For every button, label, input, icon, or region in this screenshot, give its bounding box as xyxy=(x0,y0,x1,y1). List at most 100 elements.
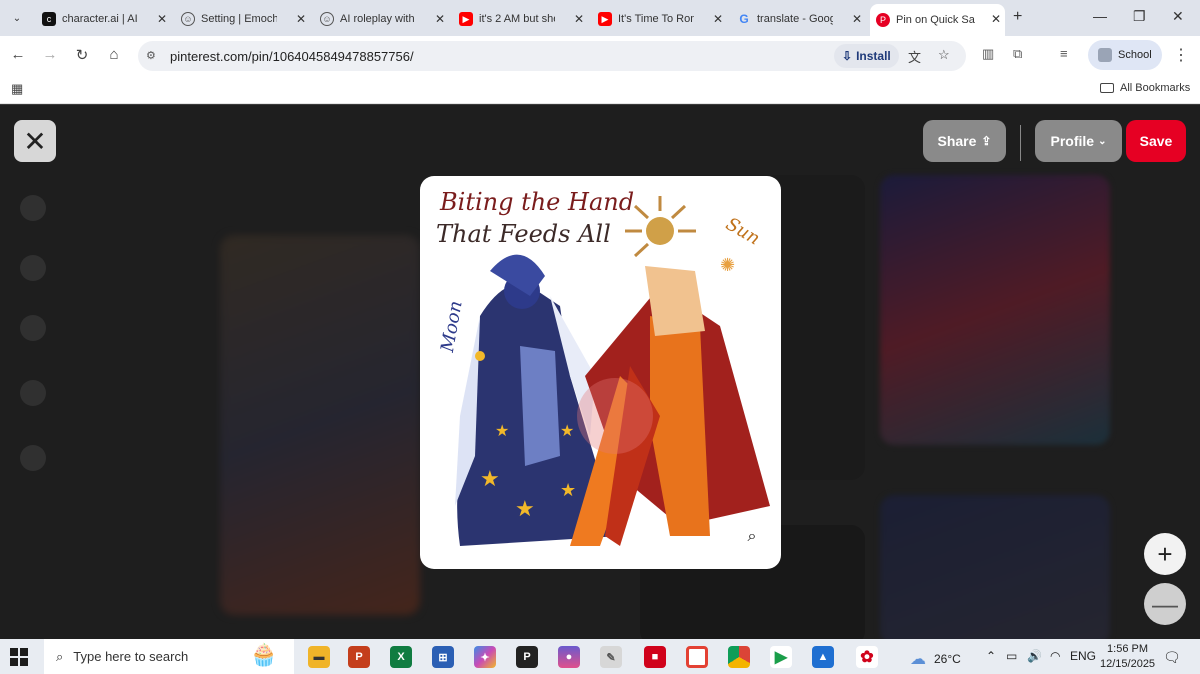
battery-icon[interactable]: ▭ xyxy=(1006,649,1017,663)
profile-chip[interactable]: School xyxy=(1088,40,1162,70)
tab-emochi-roleplay[interactable]: ☺ AI roleplay with ✕ xyxy=(314,6,449,32)
artwork-title-line2: That Feeds All xyxy=(436,220,611,248)
paint-icon[interactable]: ✎ xyxy=(600,646,622,668)
reload-icon[interactable]: ↻ xyxy=(72,46,92,64)
translate-icon[interactable]: 文 xyxy=(908,47,921,66)
tab-pinterest[interactable]: P Pin on Quick Sa ✕ xyxy=(870,4,1005,36)
minimize-icon[interactable]: — xyxy=(1093,8,1107,24)
youtube-icon: ▶ xyxy=(459,12,473,26)
tab-youtube-2am[interactable]: ▶ it's 2 AM but she ✕ xyxy=(453,6,588,32)
close-icon[interactable]: ✕ xyxy=(991,12,1001,26)
svg-text:★: ★ xyxy=(480,466,500,491)
svg-text:★: ★ xyxy=(560,423,574,440)
home-icon[interactable]: ⌂ xyxy=(104,46,124,63)
back-icon[interactable]: ← xyxy=(8,46,28,63)
browser-toolbar: ← → ↻ ⌂ ⚙ pinterest.com/pin/106404584947… xyxy=(0,36,1200,76)
close-icon[interactable]: ✕ xyxy=(435,12,445,26)
paint3d-icon[interactable]: ✿ xyxy=(856,646,878,668)
extensions-puzzle-icon[interactable]: ⧉ xyxy=(1013,46,1022,62)
chevron-down-icon: ⌄ xyxy=(1098,135,1107,147)
ip-app-icon[interactable]: P xyxy=(516,646,538,668)
camera-app-icon[interactable]: ■ xyxy=(644,646,666,668)
bookmarks-bar: ▦ All Bookmarks xyxy=(0,76,1200,104)
tab-title: translate - Goog xyxy=(757,13,833,25)
save-label: Save xyxy=(1139,133,1173,149)
share-button[interactable]: Share ⇪ xyxy=(923,120,1006,162)
tab-google-translate[interactable]: G translate - Goog ✕ xyxy=(731,6,866,32)
emochi-icon: ☺ xyxy=(181,12,195,26)
window-close-icon[interactable]: ✕ xyxy=(1172,8,1184,25)
close-icon[interactable]: ✕ xyxy=(852,12,862,26)
tab-title: it's 2 AM but she xyxy=(479,13,555,25)
zoom-in-button[interactable]: + xyxy=(1144,533,1186,575)
tab-character-ai[interactable]: c character.ai | AI ✕ xyxy=(36,6,171,32)
clock[interactable]: 1:56 PM 12/15/2025 xyxy=(1100,642,1155,672)
share-label: Share xyxy=(937,133,977,149)
tab-title: It's Time To Rom xyxy=(618,13,694,25)
taskbar-search-placeholder: Type here to search xyxy=(73,649,189,664)
store-icon[interactable]: ⊞ xyxy=(432,646,454,668)
file-explorer-icon[interactable]: ▬ xyxy=(308,646,330,668)
new-tab-icon[interactable]: + xyxy=(1013,8,1022,26)
tab-title: AI roleplay with xyxy=(340,13,415,25)
emochi-icon: ☺ xyxy=(320,12,334,26)
tab-title: character.ai | AI xyxy=(62,13,138,25)
close-viewer-button[interactable]: ✕ xyxy=(14,120,56,162)
weather-widget[interactable]: ☁ 26°C xyxy=(910,649,961,669)
powerpoint-icon[interactable]: P xyxy=(348,646,370,668)
reading-list-icon[interactable]: ≡ xyxy=(1060,46,1068,61)
restore-icon[interactable]: ❐ xyxy=(1133,8,1146,25)
address-bar[interactable]: ⚙ pinterest.com/pin/1064045849478857756/… xyxy=(138,41,966,71)
divider xyxy=(1020,125,1021,161)
svg-text:★: ★ xyxy=(560,480,576,500)
tab-search-chevron-icon[interactable]: ⌄ xyxy=(6,8,28,28)
artwork-title-line1: Biting the Hand xyxy=(440,188,635,216)
tab-emochi-setting[interactable]: ☺ Setting | Emochi ✕ xyxy=(175,6,310,32)
svg-text:★: ★ xyxy=(515,496,535,521)
profile-dropdown-button[interactable]: Profile ⌄ xyxy=(1035,120,1122,162)
tab-youtube-rom[interactable]: ▶ It's Time To Rom ✕ xyxy=(592,6,727,32)
excel-icon[interactable]: X xyxy=(390,646,412,668)
google-icon: G xyxy=(739,12,749,26)
chrome-icon[interactable] xyxy=(728,646,750,668)
close-icon[interactable]: ✕ xyxy=(157,12,167,26)
app-drop-icon[interactable]: ● xyxy=(558,646,580,668)
opera-icon[interactable] xyxy=(686,646,708,668)
notification-icon[interactable]: 🗨 xyxy=(1163,649,1181,666)
visual-search-icon[interactable]: ⌕ xyxy=(736,521,768,553)
pin-image[interactable]: ★ ★ ★ ★ ★ ✺ Biting the Hand That Feeds A… xyxy=(420,176,781,569)
bookmark-star-icon[interactable]: ☆ xyxy=(938,47,950,63)
cloud-icon: ☁ xyxy=(910,651,926,668)
all-bookmarks-button[interactable]: All Bookmarks xyxy=(1100,82,1190,94)
volume-icon[interactable]: 🔊 xyxy=(1027,649,1042,663)
close-icon[interactable]: ✕ xyxy=(713,12,723,26)
menu-dots-icon[interactable]: ⋮ xyxy=(1173,45,1189,65)
character-ai-icon: c xyxy=(42,12,56,26)
extension-icon[interactable]: ▥ xyxy=(982,46,994,62)
clock-time: 1:56 PM xyxy=(1107,643,1149,655)
copilot-icon[interactable]: ✦ xyxy=(474,646,496,668)
media-app-icon[interactable]: ▶ xyxy=(770,646,792,668)
save-button[interactable]: Save xyxy=(1126,120,1186,162)
temperature: 26°C xyxy=(934,652,961,666)
profile-label: School xyxy=(1118,49,1152,61)
forward-icon[interactable]: → xyxy=(40,46,60,63)
close-icon[interactable]: ✕ xyxy=(574,12,584,26)
site-info-icon[interactable]: ⚙ xyxy=(146,49,156,62)
close-icon[interactable]: ✕ xyxy=(296,12,306,26)
apps-grid-icon[interactable]: ▦ xyxy=(11,81,23,97)
photos-icon[interactable]: ▲ xyxy=(812,646,834,668)
search-icon: ⌕ xyxy=(56,648,64,664)
zoom-out-button[interactable]: — xyxy=(1144,583,1186,625)
windows-start-icon[interactable] xyxy=(10,648,28,666)
cupcake-widget-icon[interactable]: 🧁 xyxy=(250,642,277,668)
install-button[interactable]: ⇩ Install xyxy=(834,44,899,68)
taskbar: ⌕ Type here to search 🧁 ▬ P X ⊞ ✦ P ● ✎ … xyxy=(0,639,1200,674)
profile-label: Profile xyxy=(1050,133,1095,149)
youtube-icon: ▶ xyxy=(598,12,612,26)
url-text[interactable]: pinterest.com/pin/1064045849478857756/ xyxy=(170,49,414,64)
language-indicator[interactable]: ENG xyxy=(1070,649,1096,663)
share-icon: ⇪ xyxy=(981,134,992,148)
wifi-icon[interactable]: ◠ xyxy=(1050,649,1060,663)
tray-chevron-icon[interactable]: ⌃ xyxy=(986,649,996,663)
